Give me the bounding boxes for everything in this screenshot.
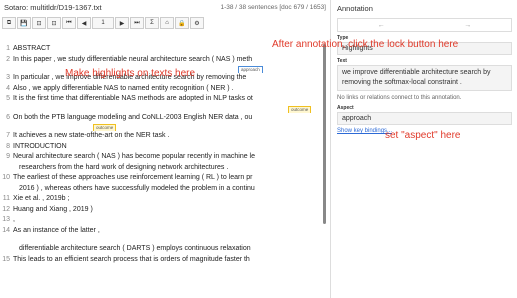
highlight-callout: Make highlights on texts here — [65, 68, 196, 79]
list-item[interactable]: 5 It is the first time that differentiabl… — [0, 94, 328, 105]
list-item[interactable]: 4 Also , we apply differentiable NAS to n… — [0, 84, 328, 95]
new-doc-icon[interactable]: ⧉ — [2, 17, 16, 29]
copy-icon[interactable]: ⊡ — [32, 17, 46, 29]
list-item[interactable]: 11 Xie et al. , 2019b ; — [0, 194, 328, 205]
list-item[interactable]: 6 On both the PTB language modeling and C… — [0, 113, 328, 124]
aspect-field[interactable]: approach — [337, 112, 512, 125]
gear-icon[interactable]: ⚙ — [190, 17, 204, 29]
list-item[interactable]: 15 This leads to an efficient search proc… — [0, 255, 328, 266]
next-arrow-icon[interactable]: → — [425, 19, 512, 31]
annotation-title: Annotation — [337, 4, 373, 13]
list-item[interactable]: 13, — [0, 215, 328, 226]
text-field: we improve differentiable architecture s… — [337, 65, 512, 91]
tag-row: outcome — [0, 123, 328, 131]
aspect-label: Aspect — [337, 105, 354, 111]
doc-title: Sotaro: multitldr/D19-1367.txt — [4, 2, 102, 12]
prev-icon[interactable]: ◀ — [77, 17, 91, 29]
tag-row: outcome — [0, 105, 328, 113]
outcome-tag[interactable]: outcome — [93, 124, 117, 131]
approach-tag[interactable]: approach — [238, 66, 263, 73]
first-icon[interactable]: ⏮ — [62, 17, 76, 29]
list-item[interactable]: 8 INTRODUCTION — [0, 142, 328, 153]
save-icon[interactable]: 💾 — [17, 17, 31, 29]
doc-info: 1-38 / 38 sentences [doc 679 / 1653] — [220, 3, 326, 11]
list-item[interactable]: 9 Neural architecture search ( NAS ) has … — [0, 152, 328, 163]
list-item[interactable]: 2 In this paper , we study differentiable… — [0, 55, 328, 66]
lock-icon[interactable]: 🔒 — [175, 17, 189, 29]
last-icon[interactable]: ⏭ — [130, 17, 144, 29]
home-icon[interactable]: ⌂ — [160, 17, 174, 29]
outcome-tag[interactable]: outcome — [288, 105, 312, 113]
text-label: Text — [337, 58, 347, 64]
list-item[interactable]: 12 Huang and Xiang , 2019 ) — [0, 205, 328, 216]
toolbar: ⧉ 💾 ⊡ ⊡ ⏮ ◀ 1 ▶ ⏭ Σ ⌂ 🔒 ⚙ — [2, 16, 205, 30]
aspect-callout: set "aspect" here — [385, 130, 461, 141]
copy2-icon[interactable]: ⊡ — [47, 17, 61, 29]
scrollbar[interactable] — [323, 44, 326, 224]
list-item[interactable]: 14 As an instance of the latter , — [0, 226, 328, 237]
list-item[interactable]: 10 The earliest of these approaches use r… — [0, 173, 328, 184]
annotation-nav: ← → — [337, 18, 512, 32]
relations-note: No links or relations connect to this an… — [337, 95, 462, 101]
lock-callout: After annotation, click the lock button … — [272, 39, 459, 50]
list-item[interactable]: differentiable architecture search ( DAR… — [0, 244, 328, 255]
prev-arrow-icon[interactable]: ← — [338, 19, 425, 31]
doc-titlebar: Sotaro: multitldr/D19-1367.txt 1-38 / 38… — [0, 0, 330, 14]
list-item[interactable]: 7 It achieves a new state-ofthe-art on th… — [0, 131, 328, 142]
next-icon[interactable]: ▶ — [115, 17, 129, 29]
page-input[interactable]: 1 — [92, 17, 114, 29]
list-item[interactable]: 2016 ) , whereas others have successfull… — [0, 184, 328, 195]
sum-icon[interactable]: Σ — [145, 17, 159, 29]
list-item[interactable]: researchers from the hard work of design… — [0, 163, 328, 174]
